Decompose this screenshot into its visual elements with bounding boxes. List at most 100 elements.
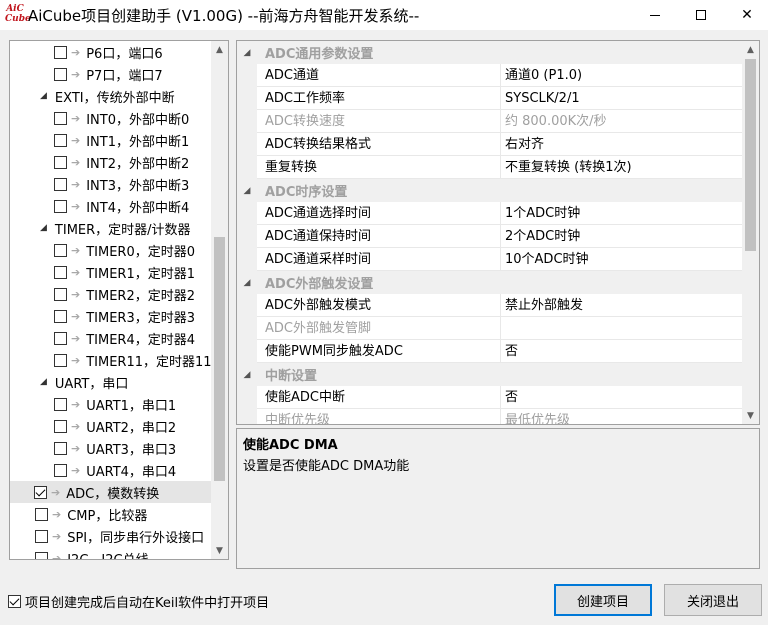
create-project-button[interactable]: 创建项目 <box>554 584 652 616</box>
tree-item[interactable]: ➔ UART2，串口2 <box>54 415 176 437</box>
checkbox-icon[interactable] <box>54 45 67 59</box>
checkbox-icon[interactable] <box>54 111 67 125</box>
collapse-icon[interactable]: ◢ <box>237 179 257 202</box>
property-row[interactable]: ADC转换结果格式 右对齐 <box>237 133 744 156</box>
collapse-icon[interactable]: ◢ <box>237 41 257 64</box>
checkbox-icon[interactable] <box>54 133 67 147</box>
collapse-icon[interactable]: ◢ <box>237 271 257 294</box>
checkbox-icon[interactable] <box>54 441 67 455</box>
tree-item[interactable]: ➔ SPI，同步串行外设接口 <box>35 525 204 547</box>
tree-item[interactable]: ➔ P6口，端口6 <box>54 41 163 63</box>
property-row[interactable]: ADC外部触发模式 禁止外部触发 <box>237 294 744 317</box>
property-value[interactable]: 右对齐 <box>505 133 544 156</box>
minimize-icon <box>650 14 660 16</box>
scroll-up-icon[interactable]: ▲ <box>742 41 759 58</box>
scroll-down-icon[interactable]: ▼ <box>211 542 228 559</box>
checkbox-icon[interactable] <box>35 551 48 559</box>
maximize-button[interactable] <box>678 0 724 30</box>
tree-item[interactable]: ➔ INT2，外部中断2 <box>54 151 189 173</box>
tree-item[interactable]: ➔ TIMER1，定时器1 <box>54 261 195 283</box>
tree-item[interactable]: ➔ P7口，端口7 <box>54 63 163 85</box>
checkbox-icon[interactable] <box>54 397 67 411</box>
checkbox-icon[interactable] <box>54 353 67 367</box>
close-exit-button[interactable]: 关闭退出 <box>664 584 762 616</box>
checkbox-icon[interactable] <box>54 331 67 345</box>
auto-open-checkbox[interactable]: 项目创建完成后自动在Keil软件中打开项目 <box>8 592 269 611</box>
checkbox-icon[interactable] <box>54 287 67 301</box>
scroll-thumb[interactable] <box>745 59 756 251</box>
checkbox-icon[interactable] <box>54 419 67 433</box>
scroll-thumb[interactable] <box>214 237 225 481</box>
property-row[interactable]: 中断优先级 最低优先级 <box>237 409 744 424</box>
property-row[interactable]: 使能PWM同步触发ADC 否 <box>237 340 744 363</box>
property-value[interactable]: 最低优先级 <box>505 409 570 424</box>
tree-item[interactable]: ◢ UART，串口 <box>40 371 128 393</box>
checkbox-checked-icon[interactable] <box>8 595 21 608</box>
tree-item[interactable]: ➔ INT0，外部中断0 <box>54 107 189 129</box>
tree-item[interactable]: ➔ TIMER4，定时器4 <box>54 327 195 349</box>
property-row[interactable]: 使能ADC中断 否 <box>237 386 744 409</box>
peripheral-tree[interactable]: ➔ P6口，端口6 ➔ P7口，端口7 ◢ EXTI，传统外部中断 ➔ INT0，外部中断0 ➔… <box>9 40 229 560</box>
checkbox-icon[interactable] <box>35 529 48 543</box>
checkbox-checked-icon[interactable] <box>34 485 47 499</box>
checkbox-icon[interactable] <box>54 463 67 477</box>
tree-item[interactable]: ➔ TIMER3，定时器3 <box>54 305 195 327</box>
tree-item[interactable]: ➔ TIMER2，定时器2 <box>54 283 195 305</box>
property-category[interactable]: ◢ ADC通用参数设置 <box>237 41 744 64</box>
tree-scrollbar[interactable]: ▲ ▼ <box>211 41 228 559</box>
property-value[interactable]: 约 800.00K次/秒 <box>505 110 607 133</box>
property-row[interactable]: ADC通道保持时间 2个ADC时钟 <box>237 225 744 248</box>
checkbox-icon[interactable] <box>54 309 67 323</box>
property-name: ADC通道选择时间 <box>265 206 371 221</box>
tree-item[interactable]: ➔ INT3，外部中断3 <box>54 173 189 195</box>
property-value[interactable]: 禁止外部触发 <box>505 294 583 317</box>
property-row[interactable]: ADC转换速度 约 800.00K次/秒 <box>237 110 744 133</box>
property-row[interactable]: ADC通道选择时间 1个ADC时钟 <box>237 202 744 225</box>
tree-item[interactable]: ➔ UART4，串口4 <box>54 459 176 481</box>
property-value[interactable]: 1个ADC时钟 <box>505 202 580 225</box>
property-value[interactable]: 2个ADC时钟 <box>505 225 580 248</box>
checkbox-icon[interactable] <box>54 177 67 191</box>
expand-icon[interactable]: ◢ <box>40 91 47 101</box>
property-value[interactable]: 否 <box>505 386 518 409</box>
checkbox-icon[interactable] <box>54 155 67 169</box>
checkbox-icon[interactable] <box>35 507 48 521</box>
tree-item[interactable]: ➔ INT1，外部中断1 <box>54 129 189 151</box>
property-category[interactable]: ◢ ADC外部触发设置 <box>237 271 744 294</box>
tree-item[interactable]: ◢ TIMER，定时器/计数器 <box>40 217 191 239</box>
tree-item[interactable]: ➔ TIMER11，定时器11 <box>54 349 212 371</box>
property-value[interactable]: 通道0 (P1.0) <box>505 64 582 87</box>
property-row[interactable]: ADC工作频率 SYSCLK/2/1 <box>237 87 744 110</box>
property-row[interactable]: ADC通道采样时间 10个ADC时钟 <box>237 248 744 271</box>
tree-item[interactable]: ➔ INT4，外部中断4 <box>54 195 189 217</box>
property-row[interactable]: ADC外部触发管脚 <box>237 317 744 340</box>
scroll-down-icon[interactable]: ▼ <box>742 407 759 424</box>
tree-item[interactable]: ➔ TIMER0，定时器0 <box>54 239 195 261</box>
tree-item[interactable]: ➔ UART3，串口3 <box>54 437 176 459</box>
checkbox-icon[interactable] <box>54 265 67 279</box>
checkbox-icon[interactable] <box>54 243 67 257</box>
checkbox-icon[interactable] <box>54 199 67 213</box>
property-category[interactable]: ◢ ADC时序设置 <box>237 179 744 202</box>
property-value[interactable]: 否 <box>505 340 518 363</box>
checkbox-icon[interactable] <box>54 67 67 81</box>
tree-item[interactable]: ➔ UART1，串口1 <box>54 393 176 415</box>
expand-icon[interactable]: ◢ <box>40 377 47 387</box>
close-button[interactable]: ✕ <box>724 0 768 30</box>
property-value[interactable]: 不重复转换 (转换1次) <box>505 156 632 179</box>
property-value[interactable]: SYSCLK/2/1 <box>505 87 580 110</box>
minimize-button[interactable] <box>632 0 678 30</box>
expand-icon[interactable]: ◢ <box>40 223 47 233</box>
tree-item[interactable]: ➔ ADC，模数转换 <box>10 481 212 503</box>
property-value[interactable]: 10个ADC时钟 <box>505 248 589 271</box>
collapse-icon[interactable]: ◢ <box>237 363 257 386</box>
property-scrollbar[interactable]: ▲ ▼ <box>742 41 759 424</box>
property-row[interactable]: 重复转换 不重复转换 (转换1次) <box>237 156 744 179</box>
tree-item[interactable]: ➔ I2C，I2C总线 <box>35 547 149 559</box>
property-row[interactable]: ADC通道 通道0 (P1.0) <box>237 64 744 87</box>
scroll-up-icon[interactable]: ▲ <box>211 41 228 58</box>
tree-item[interactable]: ➔ CMP，比较器 <box>35 503 147 525</box>
property-grid[interactable]: ◢ ADC通用参数设置 ADC通道 通道0 (P1.0) ADC工作频率 SYSCLK/2… <box>236 40 760 425</box>
property-category[interactable]: ◢ 中断设置 <box>237 363 744 386</box>
tree-item[interactable]: ◢ EXTI，传统外部中断 <box>40 85 175 107</box>
